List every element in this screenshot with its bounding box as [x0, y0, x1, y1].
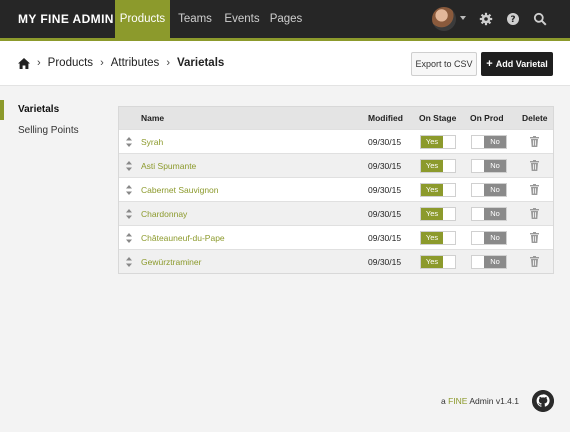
toggle-no-label: No: [484, 184, 506, 196]
varietal-name-link[interactable]: Châteauneuf-du-Pape: [141, 233, 225, 243]
help-icon[interactable]: ?: [506, 12, 520, 26]
chevron-down-icon[interactable]: [460, 16, 466, 20]
varietals-table: Name Modified On Stage On Prod Delete Sy…: [118, 106, 554, 274]
nav-events[interactable]: Events: [220, 0, 264, 38]
github-icon[interactable]: [532, 390, 554, 412]
modified-date: 09/30/15: [368, 233, 402, 243]
toggle-no-label: No: [484, 136, 506, 148]
drag-handle-icon[interactable]: [126, 137, 132, 147]
on-stage-toggle[interactable]: Yes: [420, 159, 456, 173]
on-stage-toggle[interactable]: Yes: [420, 207, 456, 221]
drag-handle-icon[interactable]: [126, 185, 132, 195]
avatar[interactable]: [432, 7, 456, 31]
toggle-no-label: No: [484, 208, 506, 220]
toggle-yes-label: Yes: [421, 208, 443, 220]
varietal-name-link[interactable]: Asti Spumante: [141, 161, 196, 171]
brand-logo[interactable]: MY FINE ADMIN: [18, 12, 114, 26]
column-on-stage: On Stage: [419, 113, 457, 123]
nav-products[interactable]: Products: [115, 0, 170, 38]
toggle-no-label: No: [484, 232, 506, 244]
table-row: Gewürztraminer 09/30/15 Yes No: [119, 249, 553, 273]
on-prod-toggle[interactable]: No: [471, 135, 507, 149]
modified-date: 09/30/15: [368, 257, 402, 267]
trash-icon[interactable]: [530, 208, 539, 219]
table-row: Cabernet Sauvignon 09/30/15 Yes No: [119, 177, 553, 201]
breadcrumb-products[interactable]: Products: [48, 57, 93, 69]
column-modified[interactable]: Modified: [368, 113, 403, 123]
footer-version: a FINE Admin v1.4.1: [441, 396, 519, 406]
column-delete: Delete: [522, 113, 548, 123]
column-name[interactable]: Name: [141, 113, 164, 123]
trash-icon[interactable]: [530, 256, 539, 267]
table-row: Châteauneuf-du-Pape 09/30/15 Yes No: [119, 225, 553, 249]
search-icon[interactable]: [533, 12, 547, 26]
nav-pages[interactable]: Pages: [266, 0, 306, 38]
sidebar-item-varietals[interactable]: Varietals: [0, 100, 100, 120]
toggle-no-label: No: [484, 160, 506, 172]
modified-date: 09/30/15: [368, 185, 402, 195]
on-stage-toggle[interactable]: Yes: [420, 255, 456, 269]
breadcrumb-attributes[interactable]: Attributes: [111, 57, 160, 69]
breadcrumb-separator: ›: [100, 57, 104, 69]
table-row: Asti Spumante 09/30/15 Yes No: [119, 153, 553, 177]
modified-date: 09/30/15: [368, 137, 402, 147]
on-stage-toggle[interactable]: Yes: [420, 231, 456, 245]
nav-teams[interactable]: Teams: [172, 0, 218, 38]
drag-handle-icon[interactable]: [126, 257, 132, 267]
trash-icon[interactable]: [530, 184, 539, 195]
gear-icon[interactable]: [479, 12, 493, 26]
trash-icon[interactable]: [530, 136, 539, 147]
varietal-name-link[interactable]: Syrah: [141, 137, 163, 147]
toggle-no-label: No: [484, 256, 506, 268]
footer-fine: FINE: [448, 396, 468, 406]
breadcrumb-current: Varietals: [176, 57, 225, 69]
toggle-yes-label: Yes: [421, 232, 443, 244]
drag-handle-icon[interactable]: [126, 233, 132, 243]
drag-handle-icon[interactable]: [126, 161, 132, 171]
varietal-name-link[interactable]: Cabernet Sauvignon: [141, 185, 219, 195]
modified-date: 09/30/15: [368, 209, 402, 219]
on-prod-toggle[interactable]: No: [471, 207, 507, 221]
varietal-name-link[interactable]: Chardonnay: [141, 209, 187, 219]
table-row: Syrah 09/30/15 Yes No: [119, 129, 553, 153]
sidebar-item-selling-points[interactable]: Selling Points: [0, 121, 100, 141]
trash-icon[interactable]: [530, 160, 539, 171]
toggle-yes-label: Yes: [421, 160, 443, 172]
footer-prefix: a: [441, 396, 446, 406]
on-prod-toggle[interactable]: No: [471, 183, 507, 197]
home-icon[interactable]: [18, 57, 30, 69]
column-on-prod: On Prod: [470, 113, 504, 123]
varietal-name-link[interactable]: Gewürztraminer: [141, 257, 201, 267]
modified-date: 09/30/15: [368, 161, 402, 171]
svg-text:?: ?: [510, 15, 515, 25]
breadcrumb-separator: ›: [166, 57, 170, 69]
plus-icon: +: [486, 58, 493, 70]
breadcrumb-separator: ›: [37, 57, 41, 69]
top-nav: MY FINE ADMIN Products Teams Events Page…: [0, 0, 570, 38]
on-stage-toggle[interactable]: Yes: [420, 135, 456, 149]
on-prod-toggle[interactable]: No: [471, 255, 507, 269]
table-header: Name Modified On Stage On Prod Delete: [119, 107, 553, 129]
toggle-yes-label: Yes: [421, 136, 443, 148]
drag-handle-icon[interactable]: [126, 209, 132, 219]
toggle-yes-label: Yes: [421, 184, 443, 196]
add-varietal-label: Add Varietal: [495, 59, 548, 69]
on-prod-toggle[interactable]: No: [471, 231, 507, 245]
export-csv-button[interactable]: Export to CSV: [411, 52, 477, 76]
add-varietal-button[interactable]: + Add Varietal: [481, 52, 553, 76]
footer-suffix: Admin v1.4.1: [469, 396, 520, 406]
table-row: Chardonnay 09/30/15 Yes No: [119, 201, 553, 225]
toggle-yes-label: Yes: [421, 256, 443, 268]
on-prod-toggle[interactable]: No: [471, 159, 507, 173]
breadcrumb: › Products › Attributes › Varietals: [18, 57, 224, 69]
on-stage-toggle[interactable]: Yes: [420, 183, 456, 197]
trash-icon[interactable]: [530, 232, 539, 243]
page-header: › Products › Attributes › Varietals Expo…: [0, 41, 570, 86]
